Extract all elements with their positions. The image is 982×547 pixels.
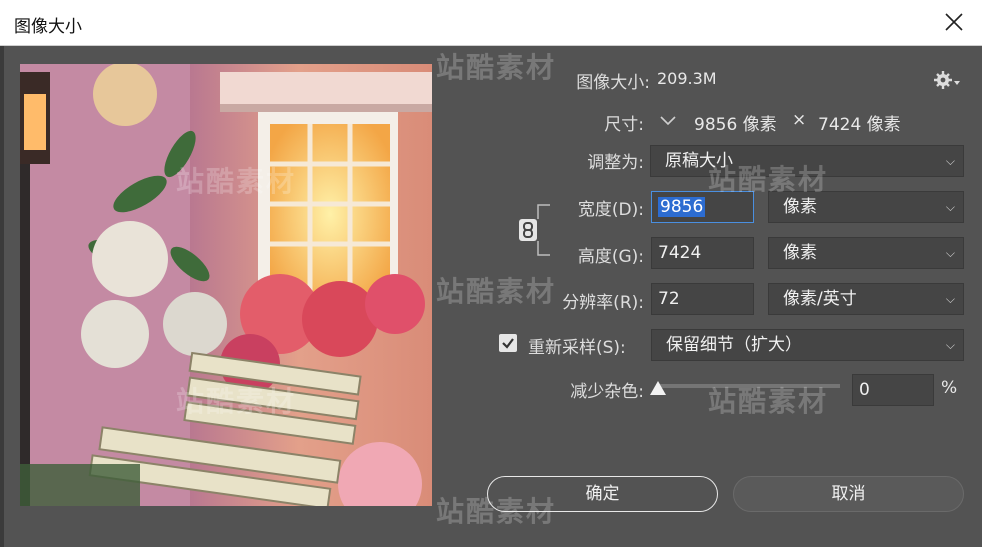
dimensions-height: 7424 像素	[818, 115, 901, 135]
width-unit-dropdown[interactable]: 像素 ⌵	[768, 191, 964, 223]
noise-slider-track[interactable]	[656, 384, 840, 388]
noise-input[interactable]: 0	[852, 374, 934, 406]
resample-dropdown[interactable]: 保留细节（扩大） ⌵	[651, 329, 964, 361]
dimensions-chevron-down-icon[interactable]	[658, 112, 678, 130]
resample-value: 保留细节（扩大）	[666, 335, 802, 355]
cancel-button[interactable]: 取消	[733, 476, 964, 512]
chevron-down-icon: ⌵	[945, 292, 955, 306]
window-edge	[0, 46, 4, 547]
chevron-down-icon: ⌵	[945, 200, 955, 214]
image-preview[interactable]	[20, 64, 432, 506]
chevron-down-icon: ⌵	[945, 154, 955, 168]
height-input[interactable]: 7424	[651, 237, 754, 269]
chevron-down-icon: ⌵	[945, 246, 955, 260]
resolution-unit-dropdown[interactable]: 像素/英寸 ⌵	[768, 283, 964, 315]
chevron-down-icon: ⌵	[945, 338, 955, 352]
fit-to-label: 调整为:	[587, 153, 644, 173]
noise-label: 减少杂色:	[570, 382, 644, 402]
noise-value: 0	[859, 380, 870, 400]
preview-illustration	[20, 64, 432, 506]
resolution-input[interactable]: 72	[651, 283, 754, 315]
resolution-value: 72	[658, 289, 680, 309]
height-unit-dropdown[interactable]: 像素 ⌵	[768, 237, 964, 269]
dimensions-width: 9856 像素	[694, 115, 777, 135]
resample-checkbox[interactable]	[499, 334, 517, 352]
width-value: 9856	[658, 197, 706, 217]
close-icon[interactable]	[942, 10, 966, 34]
fit-to-dropdown[interactable]: 原稿大小 ⌵	[650, 145, 964, 177]
resolution-label: 分辨率(R):	[562, 293, 644, 313]
checkmark-icon	[502, 338, 514, 349]
settings-gear-icon[interactable]	[934, 70, 962, 90]
width-input[interactable]: 9856	[651, 191, 754, 223]
image-size-label: 图像大小:	[576, 73, 650, 93]
dimensions-times: ×	[792, 110, 807, 130]
dimensions-label: 尺寸:	[604, 115, 644, 135]
ok-button[interactable]: 确定	[487, 476, 718, 512]
height-label: 高度(G):	[577, 247, 644, 267]
fit-to-value: 原稿大小	[665, 151, 733, 171]
image-size-value: 209.3M	[657, 69, 717, 88]
width-label: 宽度(D):	[577, 200, 644, 220]
dialog-title: 图像大小	[14, 17, 82, 37]
resolution-unit: 像素/英寸	[783, 289, 857, 309]
height-value: 7424	[658, 243, 702, 263]
noise-slider-handle[interactable]	[650, 381, 666, 395]
height-unit: 像素	[783, 243, 817, 263]
noise-unit: %	[941, 378, 958, 398]
width-unit: 像素	[783, 197, 817, 217]
title-bar: 图像大小	[0, 0, 982, 46]
resample-label[interactable]: 重新采样(S):	[528, 333, 644, 358]
